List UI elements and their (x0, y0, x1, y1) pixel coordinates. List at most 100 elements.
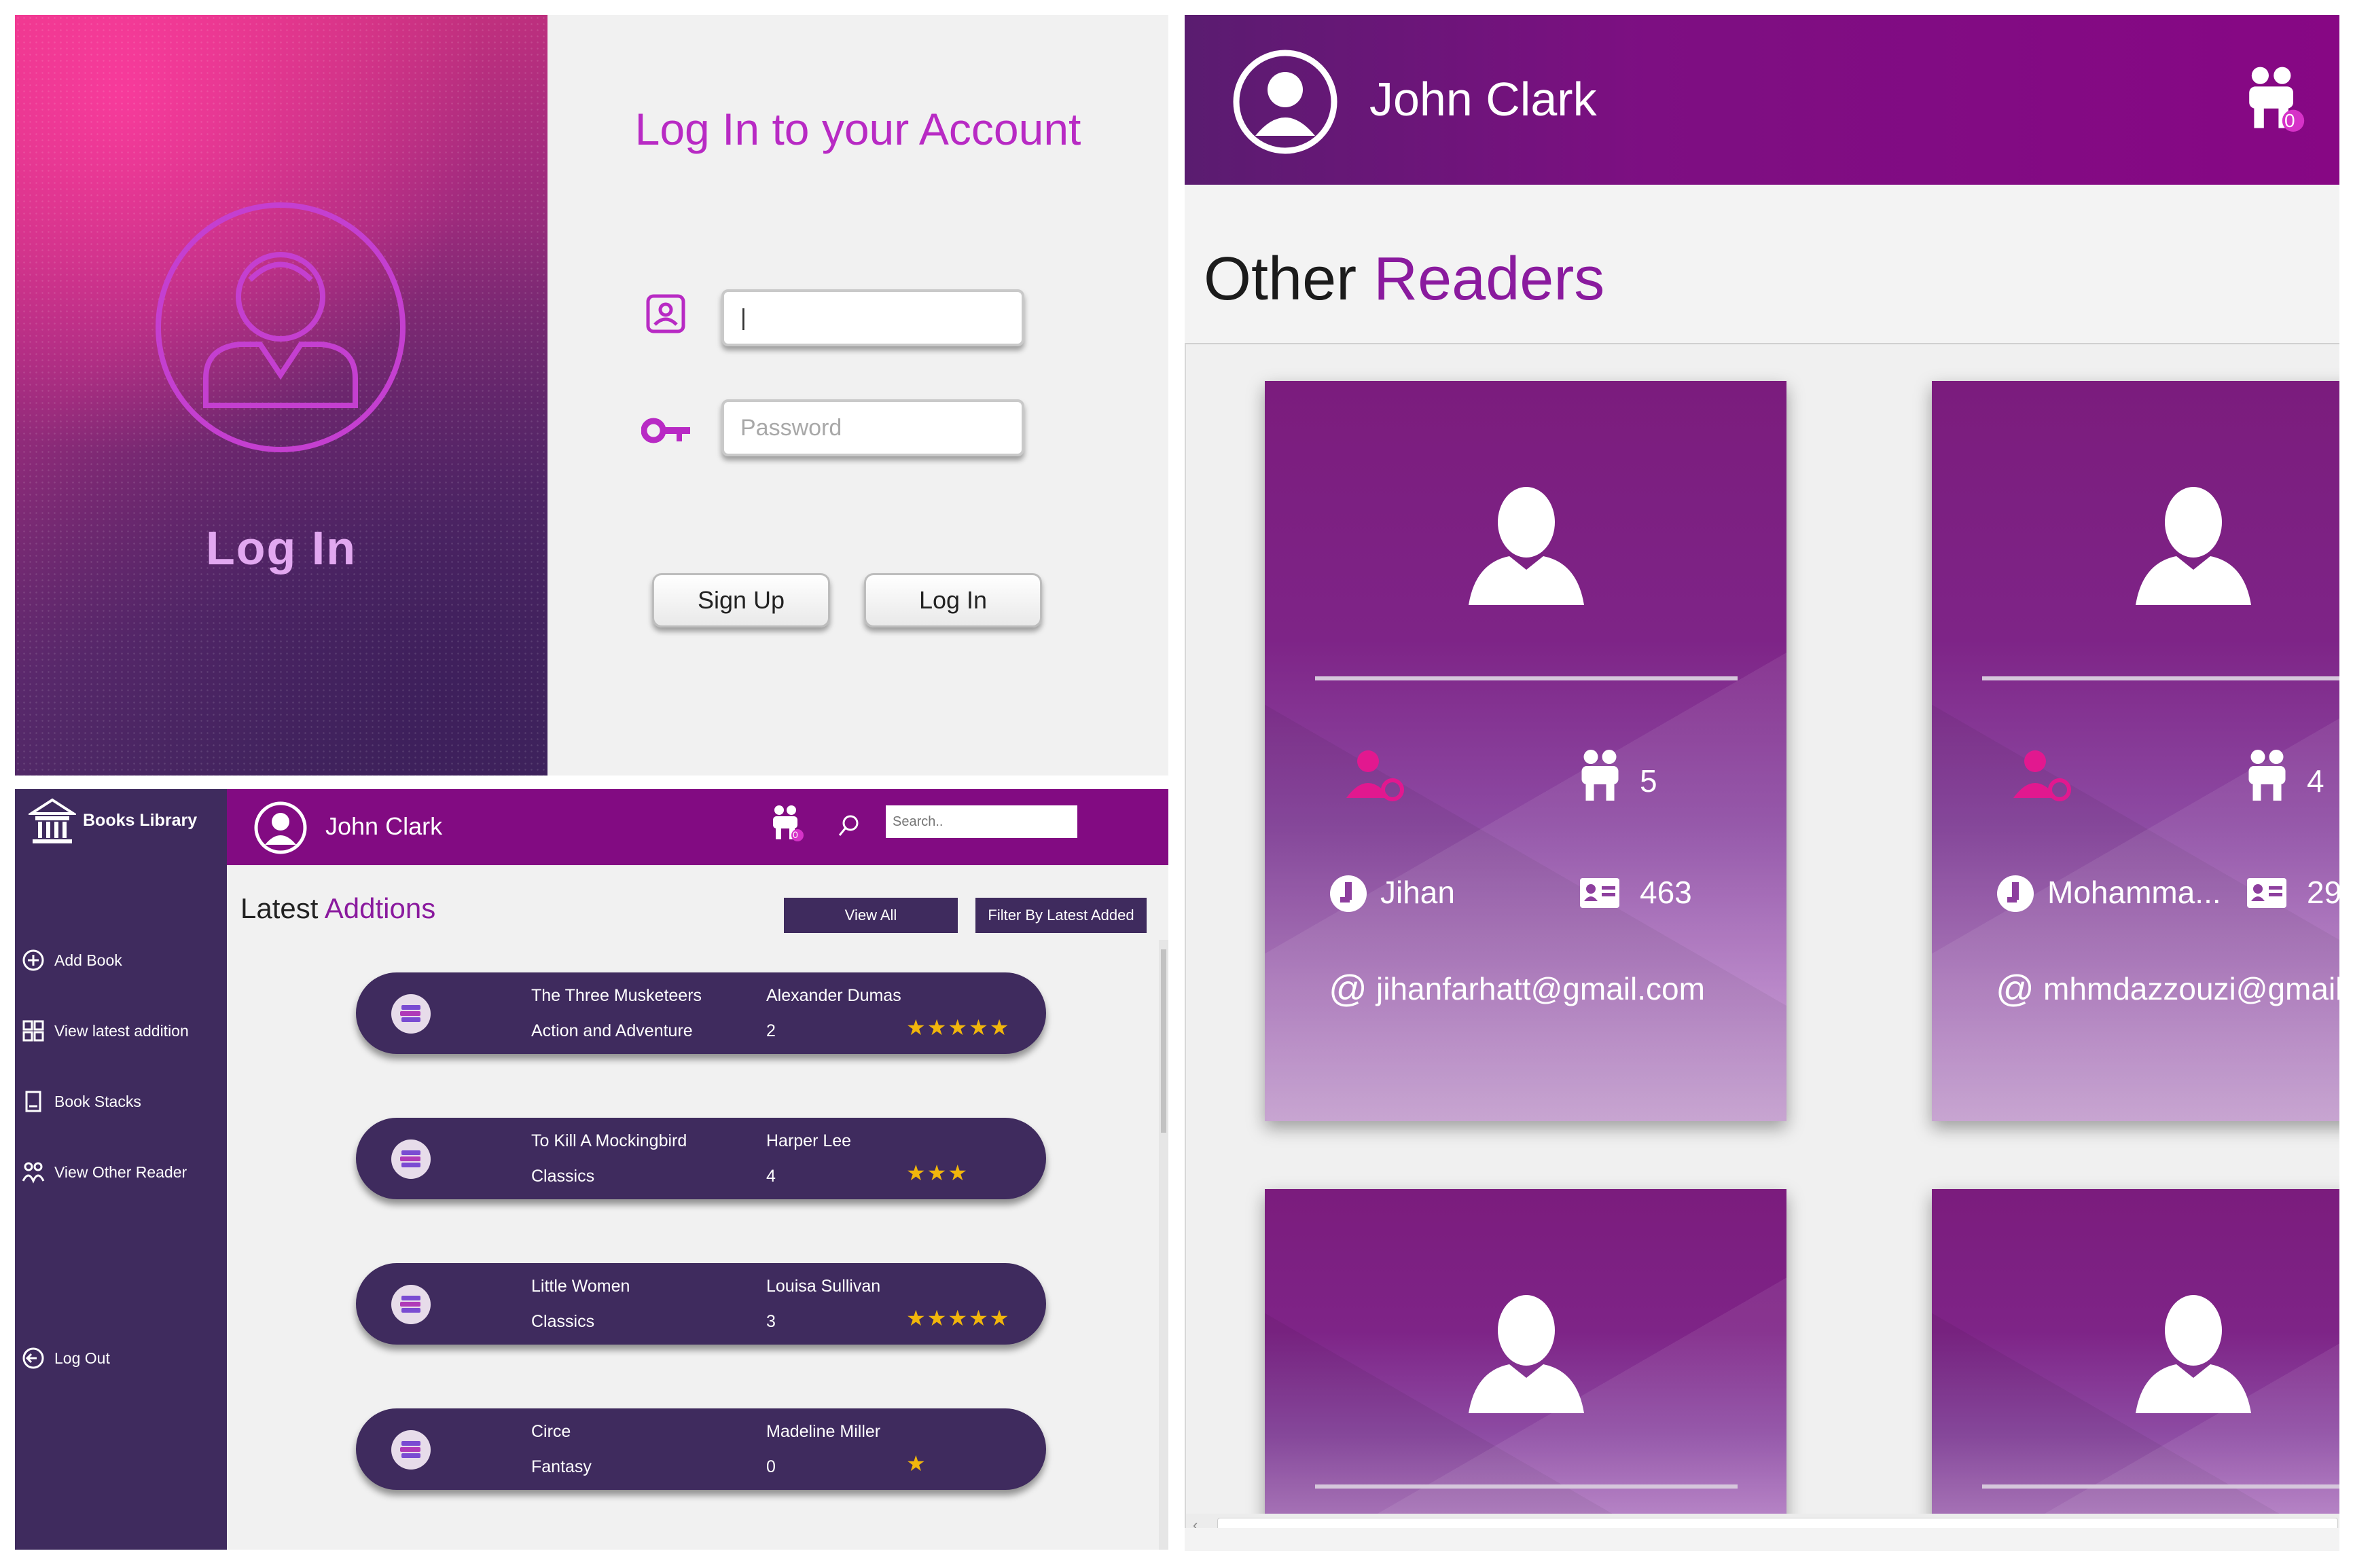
key-icon (641, 418, 690, 443)
friends-count: 4 (2307, 763, 2324, 799)
login-title: Log In to your Account (634, 104, 1081, 154)
user-card-icon (646, 294, 685, 333)
book-count: 0 (766, 1457, 776, 1476)
sidebar-item-book-stacks[interactable]: Book Stacks (22, 1084, 141, 1118)
readers-grid: 5 Jihan 463 @ jihanfarhatt@gmail.com 4 M… (1185, 343, 2339, 1528)
user-name: John Clark (1369, 73, 1597, 126)
book-row[interactable]: Little Women Classics Louisa Sullivan 3 … (356, 1263, 1046, 1345)
sidebar-item-other-reader[interactable]: View Other Reader (22, 1155, 187, 1189)
friends-count: 5 (1640, 763, 1657, 799)
reader-card[interactable]: 4 Mohamma... 29 @ mhmdazzouzi@gmail. (1932, 381, 2339, 1121)
book-stack-icon (391, 1430, 431, 1470)
sign-up-button[interactable]: Sign Up (652, 573, 830, 627)
people-icon (22, 1162, 45, 1184)
password-input[interactable] (724, 402, 1022, 454)
sidebar: Books Library Add Book View latest addit… (15, 789, 227, 1550)
reader-name: Mohamma... (2047, 875, 2221, 910)
horizontal-scrollbar[interactable]: ‹ (1186, 1514, 2339, 1528)
search-icon[interactable] (836, 812, 863, 839)
reader-id: 29 (2307, 875, 2339, 910)
search-input[interactable] (886, 805, 1077, 838)
book-stack-icon (391, 994, 431, 1034)
user-badge-icon (1330, 875, 1367, 912)
reader-card[interactable] (1265, 1189, 1786, 1528)
add-friend-icon[interactable] (2012, 748, 2073, 805)
card-divider (1315, 676, 1738, 680)
badge-count: 0 (2284, 110, 2295, 131)
filter-latest-button[interactable]: Filter By Latest Added (975, 898, 1147, 933)
reader-card[interactable]: 5 Jihan 463 @ jihanfarhatt@gmail.com (1265, 381, 1786, 1121)
reader-card[interactable] (1932, 1189, 2339, 1528)
book-rating: ★★★ (906, 1161, 969, 1185)
sidebar-item-add-book[interactable]: Add Book (22, 943, 122, 977)
book-row[interactable]: Circe Fantasy Madeline Miller 0 ★ (356, 1408, 1046, 1490)
log-in-button[interactable]: Log In (864, 573, 1042, 627)
user-avatar-icon (156, 202, 406, 452)
login-form-panel: Log In to your Account Sign Up Log In (547, 15, 1168, 776)
sidebar-item-log-out[interactable]: Log Out (22, 1341, 110, 1375)
password-field[interactable] (721, 399, 1024, 456)
sidebar-item-label: Log Out (54, 1349, 110, 1367)
username-field[interactable] (721, 289, 1024, 346)
at-sign-icon: @ (1996, 967, 2034, 1010)
reader-name: Jihan (1380, 875, 1455, 910)
book-title: The Three Musketeers (531, 986, 702, 1005)
card-divider (1315, 1484, 1738, 1489)
horizontal-scrollbar-thumb[interactable] (1217, 1518, 2338, 1528)
login-art-panel: Log In (15, 15, 547, 776)
book-author: Louisa Sullivan (766, 1277, 881, 1296)
library-main: Latest Addtions View All Filter By Lates… (227, 865, 1168, 1550)
reader-silhouette-icon (1469, 487, 1584, 605)
book-title: Circe (531, 1422, 571, 1441)
id-card-icon (1580, 878, 1619, 908)
card-divider (1982, 1484, 2339, 1489)
card-divider (1982, 676, 2339, 680)
add-friend-icon[interactable] (1345, 748, 1406, 805)
scrollbar-thumb[interactable] (1161, 949, 1166, 1133)
reader-silhouette-icon (2136, 1295, 2251, 1413)
readers-icon[interactable] (770, 804, 804, 845)
book-title: Little Women (531, 1277, 630, 1296)
section-title-dark: Latest (240, 892, 319, 924)
user-avatar-icon[interactable] (254, 801, 307, 854)
reader-id: 463 (1640, 875, 1692, 910)
scroll-left-icon[interactable]: ‹ (1193, 1516, 1198, 1528)
reader-email: jihanfarhatt@gmail.com (1376, 971, 1705, 1006)
grid-icon (22, 1020, 44, 1042)
book-author: Alexander Dumas (766, 986, 901, 1005)
username-input[interactable] (724, 292, 1022, 344)
view-all-button[interactable]: View All (784, 898, 958, 933)
library-header: John Clark 0 (227, 789, 1168, 865)
readers-title-accent: Readers (1373, 245, 1605, 313)
user-name: John Clark (325, 812, 443, 840)
book-row[interactable]: To Kill A Mockingbird Classics Harper Le… (356, 1118, 1046, 1199)
book-title: To Kill A Mockingbird (531, 1131, 687, 1150)
book-rating: ★ (906, 1451, 927, 1476)
sidebar-item-label: View Other Reader (54, 1163, 187, 1181)
readers-title-dark: Other (1204, 245, 1357, 313)
reader-email: mhmdazzouzi@gmail. (2043, 971, 2339, 1006)
book-stack-icon (391, 1285, 431, 1324)
reader-silhouette-icon (1469, 1295, 1584, 1413)
book-genre: Classics (531, 1312, 595, 1331)
book-genre: Action and Adventure (531, 1021, 693, 1040)
user-avatar-icon[interactable] (1232, 49, 1338, 155)
library-building-icon (29, 798, 76, 843)
app-title: Books Library (83, 811, 198, 830)
book-genre: Classics (531, 1167, 595, 1186)
book-rating: ★★★★★ (906, 1015, 1011, 1040)
book-author: Harper Lee (766, 1131, 852, 1150)
readers-header: John Clark 0 (1185, 15, 2339, 185)
book-row[interactable]: The Three Musketeers Action and Adventur… (356, 972, 1046, 1054)
scrollbar[interactable] (1159, 940, 1168, 1550)
readers-icon[interactable] (2244, 64, 2305, 139)
reader-silhouette-icon (2136, 487, 2251, 605)
logout-icon (22, 1347, 44, 1369)
search-field[interactable] (886, 805, 1077, 838)
sidebar-item-label: Add Book (54, 951, 122, 969)
login-art-title: Log In (206, 522, 357, 575)
id-card-icon (2247, 878, 2286, 908)
book-icon (25, 1091, 41, 1112)
book-count: 2 (766, 1021, 776, 1040)
sidebar-item-view-latest[interactable]: View latest addition (22, 1014, 189, 1048)
